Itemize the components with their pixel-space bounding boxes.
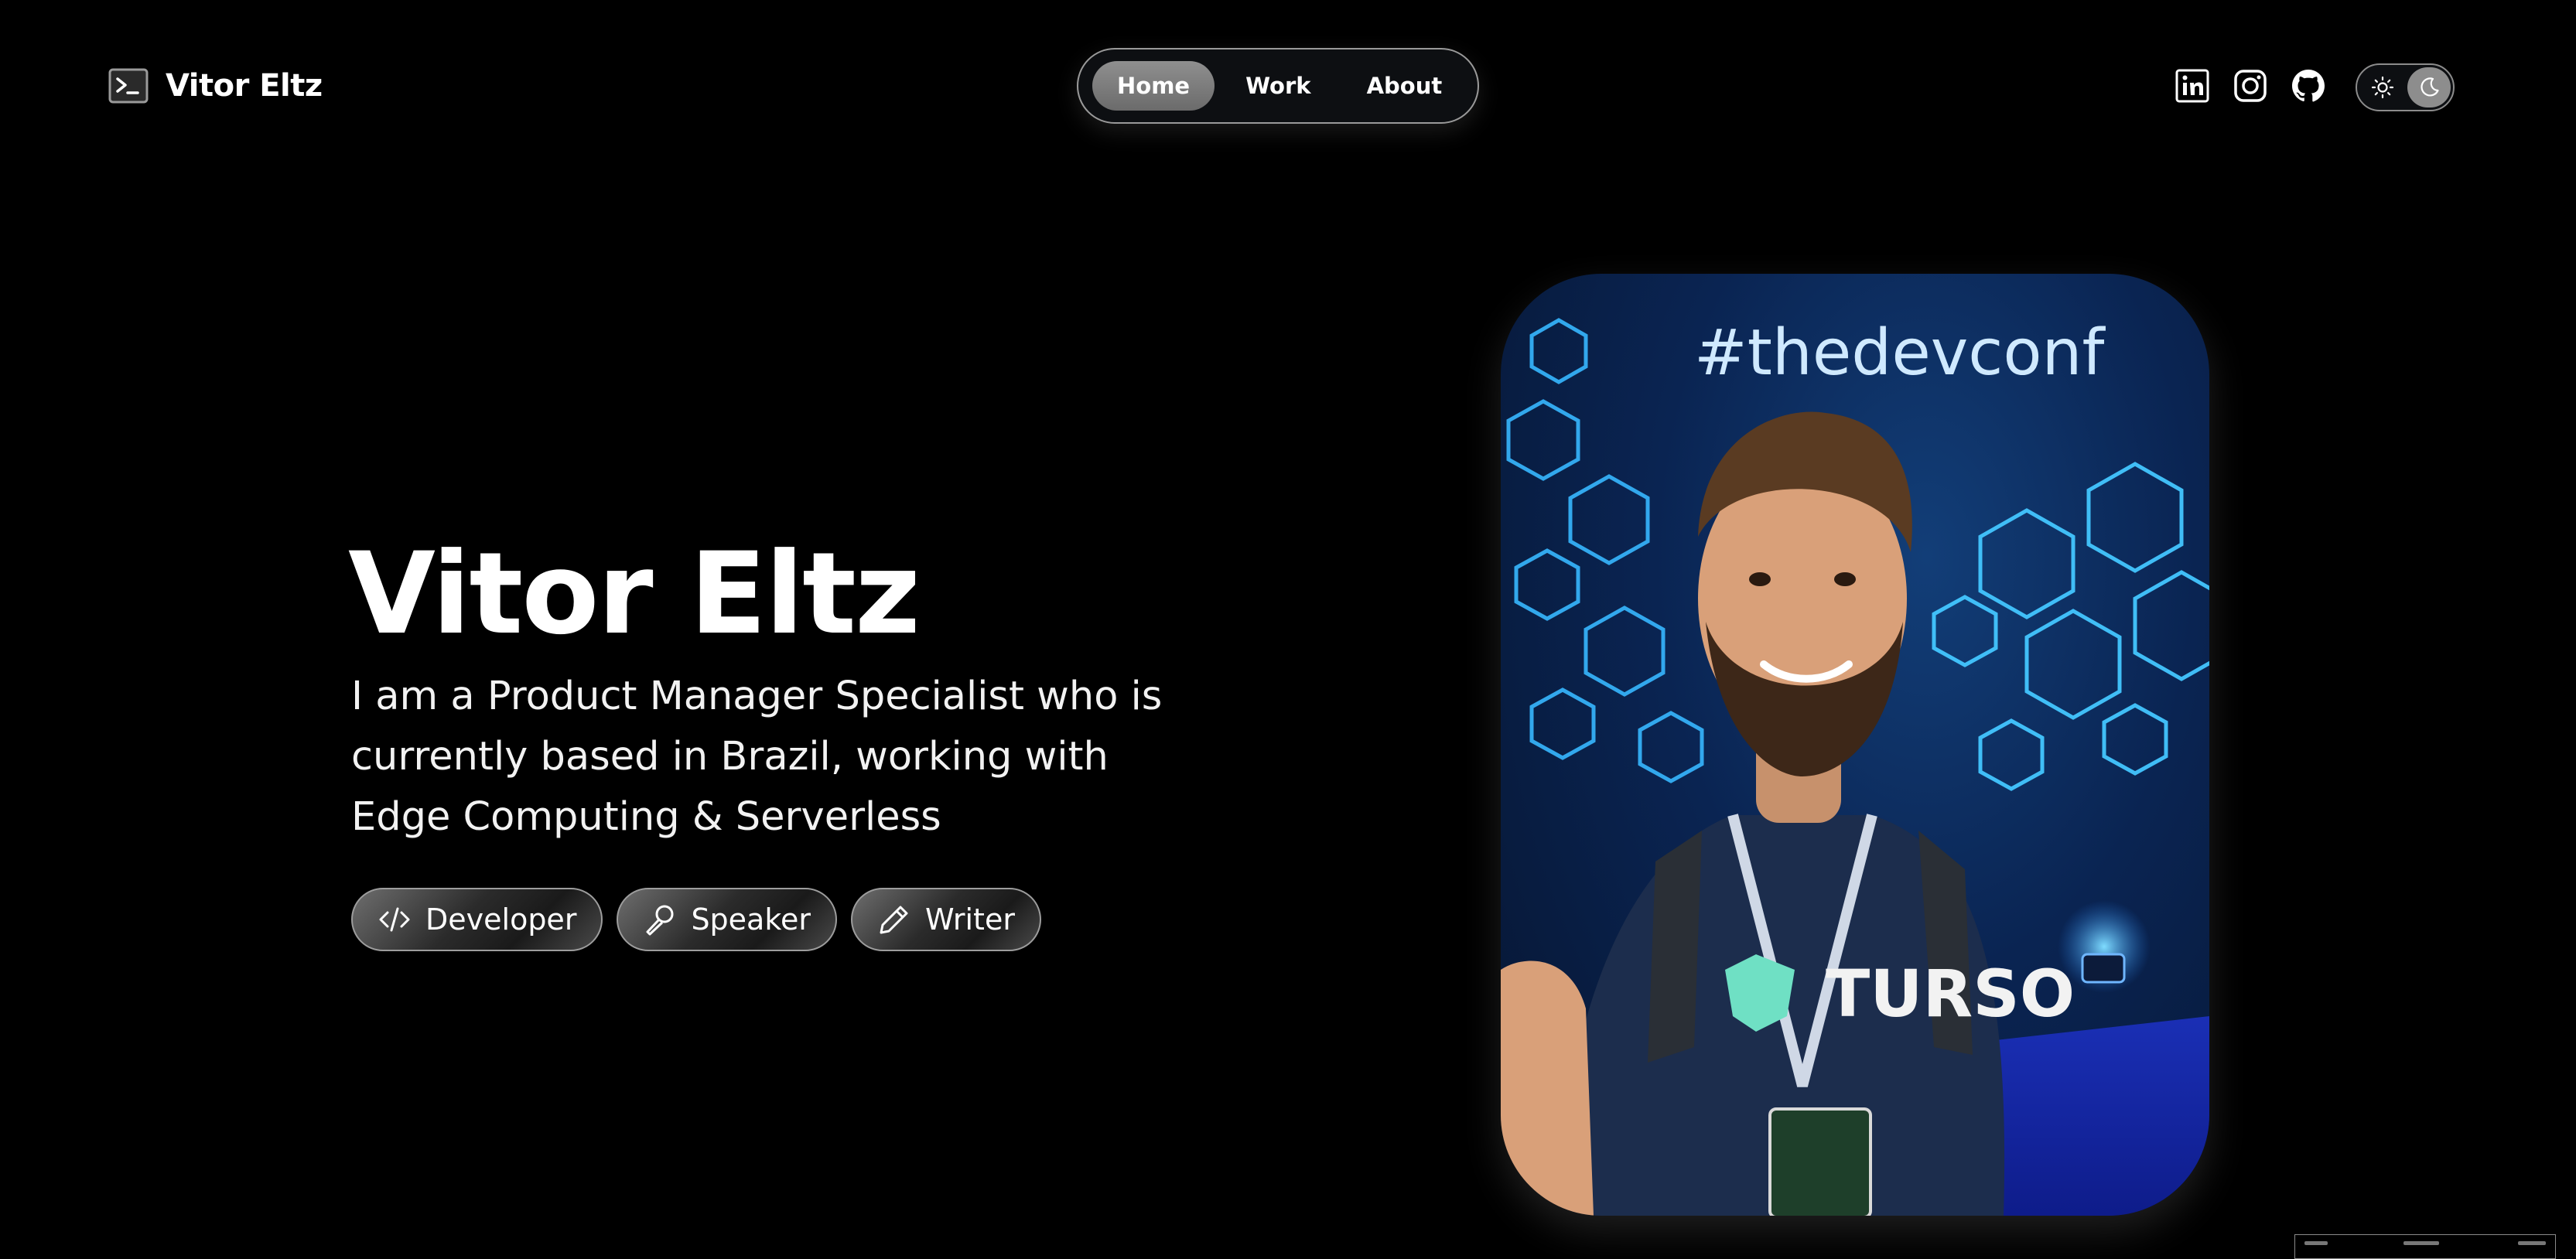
developer-tag-label: Developer xyxy=(425,902,577,937)
instagram-icon[interactable] xyxy=(2233,68,2268,104)
shirt-text: TURSO xyxy=(1826,956,2075,1032)
writer-tag-label: Writer xyxy=(925,902,1015,937)
light-mode-option[interactable] xyxy=(2361,67,2404,107)
pencil-icon xyxy=(880,906,908,934)
moon-icon xyxy=(2421,77,2439,97)
microphone-icon xyxy=(646,905,674,936)
terminal-icon xyxy=(108,68,149,104)
developer-tag[interactable]: Developer xyxy=(351,888,603,951)
dark-mode-option[interactable] xyxy=(2407,67,2451,107)
page-preview-thumbnail xyxy=(2294,1234,2556,1259)
linkedin-icon[interactable] xyxy=(2175,68,2210,104)
speaker-tag[interactable]: Speaker xyxy=(617,888,837,951)
theme-toggle[interactable] xyxy=(2356,63,2455,111)
main-nav: Home Work About xyxy=(1077,48,1479,124)
backdrop-text: #thedevconf xyxy=(1694,316,2106,390)
hero-bio: I am a Product Manager Specialist who is… xyxy=(351,674,1163,840)
writer-tag[interactable]: Writer xyxy=(851,888,1041,951)
speaker-tag-label: Speaker xyxy=(691,902,811,937)
conference-selfie-image: #thedevconf TURSO xyxy=(1501,316,2209,1216)
nav-home[interactable]: Home xyxy=(1092,61,1215,111)
code-icon xyxy=(379,907,410,932)
brand-name: Vitor Eltz xyxy=(166,68,323,104)
brand-logo[interactable]: Vitor Eltz xyxy=(108,68,323,104)
github-icon[interactable] xyxy=(2291,68,2326,104)
nav-work[interactable]: Work xyxy=(1221,61,1335,111)
nav-about[interactable]: About xyxy=(1342,61,1467,111)
sun-icon xyxy=(2371,76,2394,99)
hero-title: Vitor Eltz xyxy=(348,528,921,660)
profile-photo: #thedevconf TURSO xyxy=(1501,274,2209,1216)
role-tags: Developer Speaker Writer xyxy=(351,888,1041,951)
